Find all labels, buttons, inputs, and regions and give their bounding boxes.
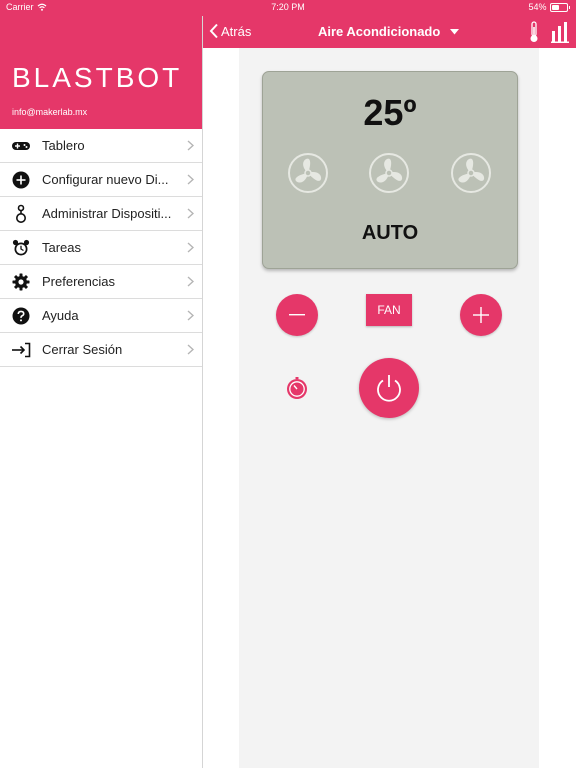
caret-down-icon	[450, 28, 460, 34]
sidebar-item-label: Administrar Dispositi...	[42, 206, 172, 221]
minus-icon	[289, 314, 305, 316]
gamepad-icon	[0, 140, 42, 152]
battery-fill	[551, 4, 559, 10]
status-battery: 54%	[528, 2, 570, 12]
sidebar-item-tareas[interactable]: Tareas	[0, 231, 202, 265]
sidebar-item-preferencias[interactable]: Preferencias	[0, 265, 202, 299]
sidebar-item-tablero[interactable]: Tablero	[0, 129, 202, 163]
chevron-right-icon	[178, 140, 202, 151]
back-label: Atrás	[221, 23, 252, 39]
battery-percent: 54%	[528, 2, 547, 12]
bar-chart-icon	[551, 22, 569, 43]
statistics-button[interactable]	[551, 21, 569, 48]
thermometer-button[interactable]	[528, 21, 540, 48]
chevron-right-icon	[178, 174, 202, 185]
chevron-right-icon	[178, 208, 202, 219]
battery-tip	[568, 5, 570, 9]
sidebar-item-configurar[interactable]: Configurar nuevo Di...	[0, 163, 202, 197]
chevron-left-icon	[209, 23, 218, 39]
back-button[interactable]: Atrás	[209, 23, 251, 39]
chevron-right-icon	[178, 276, 202, 287]
mode-value: AUTO	[361, 222, 419, 244]
content-gutter-left	[203, 48, 239, 768]
chevron-right-icon	[178, 310, 202, 321]
sidebar-item-administrar[interactable]: Administrar Dispositi...	[0, 197, 202, 231]
fan-button[interactable]: FAN	[366, 294, 412, 326]
power-button[interactable]	[359, 358, 419, 418]
temperature-up-button[interactable]	[460, 294, 502, 336]
help-icon	[0, 307, 42, 325]
battery-icon	[549, 2, 568, 12]
sidebar-item-label: Configurar nuevo Di...	[42, 172, 169, 187]
logout-icon	[0, 342, 42, 358]
gear-icon	[0, 273, 42, 291]
temperature-value: 25º	[363, 92, 417, 133]
fan-icon	[450, 152, 492, 194]
sidebar-email: info@makerlab.mx	[12, 107, 88, 117]
device-dropdown[interactable]: Aire Acondicionado	[318, 24, 460, 39]
sidebar-item-label: Tablero	[42, 138, 85, 153]
thermometer-icon	[530, 21, 538, 42]
timer-button[interactable]	[285, 376, 309, 400]
fan-icon	[368, 152, 410, 194]
fan-icon	[287, 152, 329, 194]
alarm-clock-icon	[0, 239, 42, 257]
device-link-icon	[0, 204, 42, 224]
sidebar-item-label: Cerrar Sesión	[42, 342, 123, 357]
logo: BLASTBOT	[12, 62, 183, 93]
page-title: Aire Acondicionado	[318, 24, 441, 39]
sidebar-item-label: Ayuda	[42, 308, 79, 323]
plus-icon	[473, 307, 489, 323]
chevron-right-icon	[178, 242, 202, 253]
sidebar-item-label: Tareas	[42, 240, 82, 255]
ac-display-panel: 25º AUTO	[262, 71, 518, 269]
status-bar: Carrier 7:20 PM 54%	[0, 0, 576, 16]
add-circle-icon	[0, 171, 42, 189]
chevron-right-icon	[178, 344, 202, 355]
sidebar-header: BLASTBOT info@makerlab.mx	[0, 0, 202, 129]
navbar: Atrás Aire Acondicionado	[203, 16, 576, 48]
sidebar: BLASTBOT info@makerlab.mx Tablero Config…	[0, 0, 203, 768]
status-time: 7:20 PM	[271, 2, 305, 12]
sidebar-menu: Tablero Configurar nuevo Di... Administr…	[0, 129, 202, 367]
temperature-down-button[interactable]	[276, 294, 318, 336]
content-gutter-right	[539, 48, 576, 768]
power-icon	[377, 375, 401, 402]
sidebar-item-ayuda[interactable]: Ayuda	[0, 299, 202, 333]
sidebar-item-label: Preferencias	[42, 274, 115, 289]
sidebar-item-cerrar-sesion[interactable]: Cerrar Sesión	[0, 333, 202, 367]
timer-icon	[287, 377, 307, 399]
